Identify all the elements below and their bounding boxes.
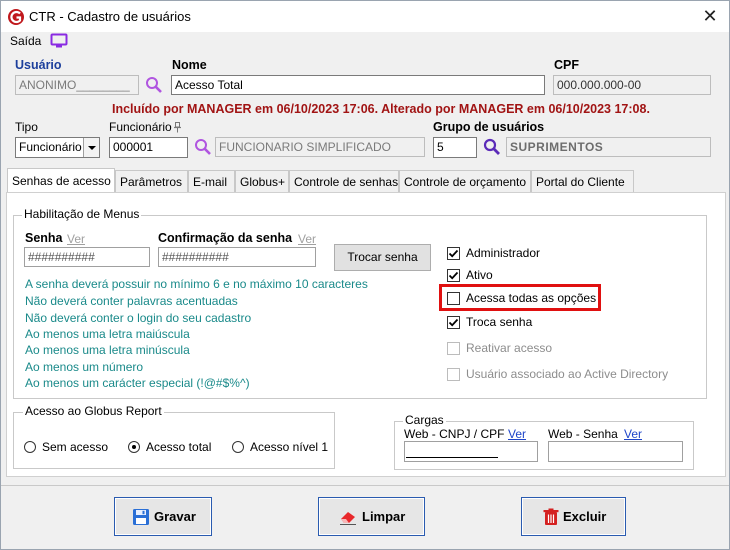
tipo-select[interactable]: Funcionário: [15, 137, 100, 158]
eraser-icon: [340, 512, 356, 525]
web-cnpj-label: Web - CNPJ / CPF: [404, 427, 505, 441]
limpar-button[interactable]: Limpar: [318, 497, 425, 536]
funcionario-label: Funcionário: [109, 120, 172, 134]
grupo-label: Grupo de usuários: [433, 120, 545, 134]
acessa-todas-opcoes-checkbox[interactable]: [447, 292, 460, 305]
active-directory-checkbox[interactable]: [447, 368, 460, 381]
input-underline: [406, 457, 498, 458]
excluir-button[interactable]: Excluir: [521, 497, 626, 536]
password-hint: Ao menos um número: [25, 360, 144, 374]
ativo-label: Ativo: [466, 268, 493, 282]
web-senha-field[interactable]: [548, 441, 683, 462]
senha-label: Senha: [25, 231, 63, 245]
funcionario-name-field: FUNCIONARIO SIMPLIFICADO: [215, 137, 425, 157]
senha-ver-link[interactable]: Ver: [67, 232, 85, 246]
save-icon: [133, 509, 149, 525]
cpf-field[interactable]: 000.000.000-00: [553, 75, 711, 95]
tab-controle-de-orcamento[interactable]: Controle de orçamento: [399, 170, 531, 192]
administrador-checkbox[interactable]: [447, 247, 460, 260]
tab-portal-do-cliente[interactable]: Portal do Cliente: [531, 170, 634, 192]
troca-senha-checkbox[interactable]: [447, 316, 460, 329]
limpar-label: Limpar: [362, 509, 406, 524]
close-button[interactable]: ✕: [695, 3, 725, 29]
grupo-name-field: SUPRIMENTOS: [506, 137, 711, 157]
audit-info-text: Incluído por MANAGER em 06/10/2023 17:06…: [112, 102, 650, 116]
web-cnpj-ver-link[interactable]: Ver: [508, 427, 526, 441]
password-hint: Ao menos uma letra maiúscula: [25, 327, 190, 341]
nome-field[interactable]: Acesso Total: [171, 75, 545, 95]
usuario-label: Usuário: [15, 58, 62, 72]
tab-globus-plus[interactable]: Globus+: [235, 170, 289, 192]
trash-icon: [543, 508, 559, 525]
menu-exit[interactable]: Saída: [10, 34, 41, 48]
tipo-dropdown-button[interactable]: [83, 138, 99, 157]
password-hint: Não deverá conter palavras acentuadas: [25, 294, 238, 308]
tab-senhas-de-acesso[interactable]: Senhas de acesso: [7, 168, 115, 193]
acesso-nivel-1-label: Acesso nível 1: [250, 440, 329, 454]
gravar-label: Gravar: [154, 509, 196, 524]
confirmacao-senha-label: Confirmação da senha: [158, 231, 293, 245]
ativo-checkbox[interactable]: [447, 269, 460, 282]
troca-senha-label: Troca senha: [466, 315, 533, 329]
tipo-selected-value: Funcionário: [19, 140, 82, 154]
grupo-search-icon[interactable]: [482, 137, 502, 157]
excluir-label: Excluir: [563, 509, 607, 524]
radio-sem-acesso[interactable]: [24, 441, 36, 453]
password-hint: A senha deverá possuir no mínimo 6 e no …: [25, 277, 368, 291]
funcionario-search-icon[interactable]: [193, 137, 213, 157]
acessa-todas-opcoes-label: Acessa todas as opções: [466, 291, 597, 305]
chevron-down-icon: [88, 146, 96, 150]
password-hint: Ao menos um carácter especial (!@#$%^): [25, 376, 250, 390]
confirmacao-ver-link[interactable]: Ver: [298, 232, 316, 246]
active-directory-label: Usuário associado ao Active Directory: [466, 367, 669, 381]
reativar-acesso-checkbox[interactable]: [447, 342, 460, 355]
password-hint: Ao menos uma letra minúscula: [25, 343, 190, 357]
tab-parametros[interactable]: Parâmetros: [115, 170, 188, 192]
user-registration-window: CTR - Cadastro de usuários ✕ Saída Usuár…: [0, 0, 730, 550]
funcionario-code-field[interactable]: 000001: [109, 137, 188, 158]
checkmark-icon: [448, 271, 459, 280]
web-senha-label: Web - Senha: [548, 427, 618, 441]
usuario-field[interactable]: ANONIMO________: [15, 75, 139, 95]
globus-report-title: Acesso ao Globus Report: [23, 404, 164, 418]
cpf-label: CPF: [554, 58, 579, 72]
habilitacao-menus-title: Habilitação de Menus: [22, 207, 142, 221]
reativar-acesso-label: Reativar acesso: [466, 341, 553, 355]
administrador-label: Administrador: [466, 246, 541, 260]
confirmacao-senha-field[interactable]: ##########: [158, 247, 316, 267]
app-logo-icon: [8, 9, 24, 25]
tipo-label: Tipo: [15, 120, 38, 134]
password-hint: Não deverá conter o login do seu cadastr…: [25, 311, 252, 325]
checkmark-icon: [448, 249, 459, 258]
sem-acesso-label: Sem acesso: [42, 440, 109, 454]
radio-acesso-nivel-1[interactable]: [232, 441, 244, 453]
footer-divider: [1, 485, 729, 486]
checkmark-icon: [448, 318, 459, 327]
gravar-button[interactable]: Gravar: [114, 497, 212, 536]
trocar-senha-button[interactable]: Trocar senha: [334, 244, 431, 271]
grupo-code-field[interactable]: 5: [433, 137, 477, 158]
pin-icon: [174, 122, 181, 133]
exit-icon[interactable]: [50, 33, 68, 49]
web-senha-ver-link[interactable]: Ver: [624, 427, 642, 441]
web-cnpj-field[interactable]: [404, 441, 538, 462]
acesso-total-label: Acesso total: [146, 440, 212, 454]
nome-label: Nome: [172, 58, 207, 72]
usuario-search-icon[interactable]: [144, 75, 164, 95]
senha-field[interactable]: ##########: [24, 247, 150, 267]
window-title: CTR - Cadastro de usuários: [29, 9, 191, 24]
tab-email[interactable]: E-mail: [188, 170, 235, 192]
tab-controle-de-senhas[interactable]: Controle de senhas: [289, 170, 399, 192]
cargas-title: Cargas: [403, 413, 446, 427]
radio-acesso-total[interactable]: [128, 441, 140, 453]
title-bar: CTR - Cadastro de usuários ✕: [1, 1, 729, 32]
